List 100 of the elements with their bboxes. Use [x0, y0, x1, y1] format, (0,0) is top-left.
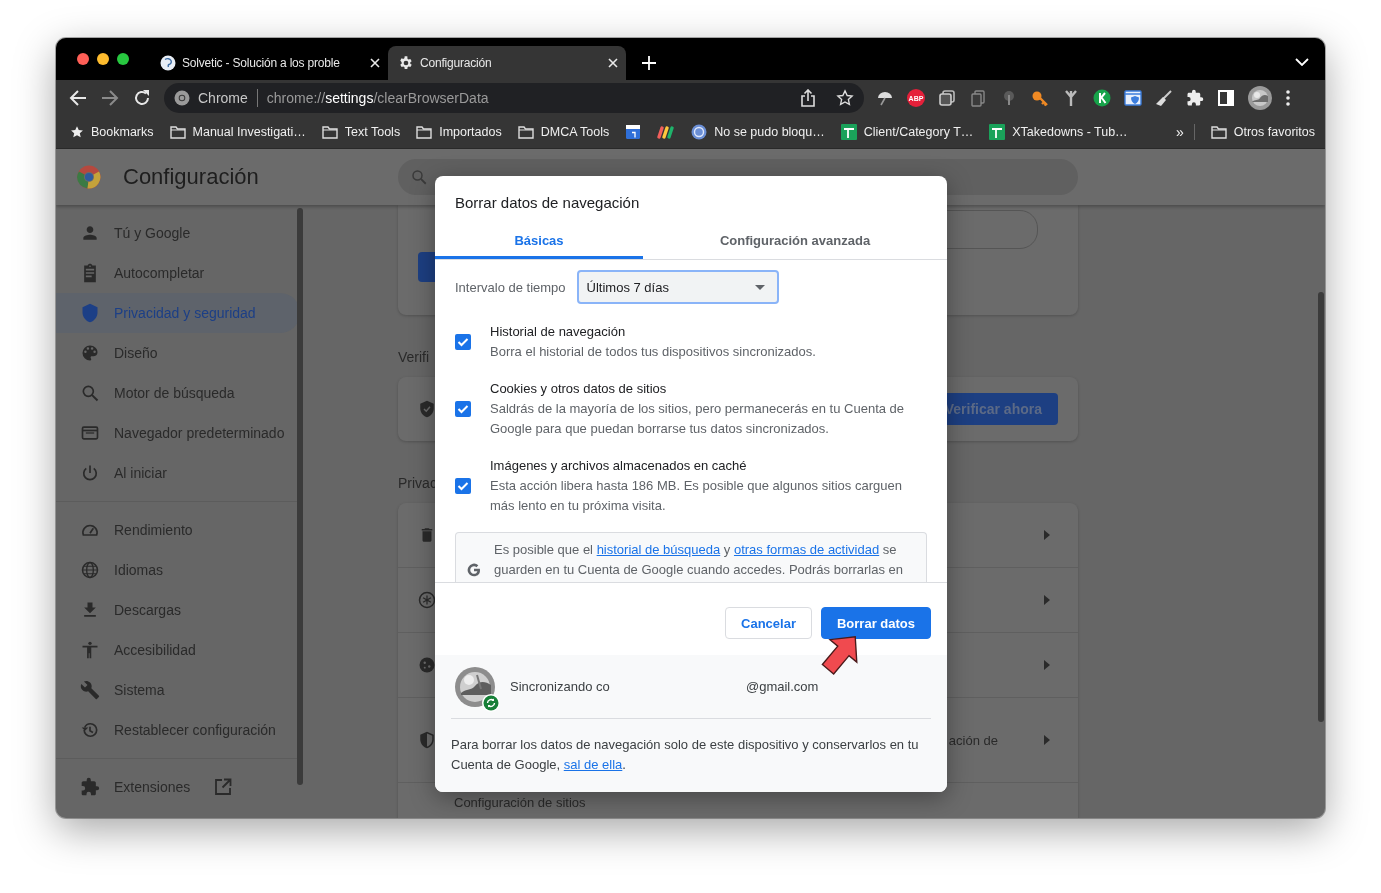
palette-icon	[80, 343, 100, 363]
bookmarks-overflow-button[interactable]: »	[1175, 124, 1184, 140]
cancel-button[interactable]: Cancelar	[725, 607, 812, 639]
row-label: ación de	[948, 732, 998, 748]
bookmark[interactable]: No se pudo bloqu…	[691, 124, 825, 140]
shield-icon	[418, 731, 436, 749]
section-heading: Verifi	[398, 349, 430, 367]
sidebar-item[interactable]: Descargas	[56, 590, 300, 630]
sidebar-item[interactable]: Navegador predeterminado	[56, 413, 300, 453]
sidebar-item[interactable]: Restablecer configuración	[56, 710, 300, 750]
stacked-squares-icon[interactable]	[938, 89, 956, 107]
option-description: Esta acción libera hasta 186 MB. Es posible que algunos sitios carguen más lento en tu próxima visita.	[490, 477, 903, 515]
site-favicon	[160, 55, 176, 71]
umbrella-icon[interactable]	[876, 89, 894, 107]
bookmark[interactable]: DMCA Tools	[517, 125, 610, 139]
spreadsheet-icon	[989, 124, 1006, 140]
close-window-button[interactable]	[77, 53, 89, 65]
wrench-icon	[80, 680, 100, 700]
bookmark[interactable]: Bookmarks	[70, 125, 154, 139]
sidebar-item[interactable]: Idiomas	[56, 550, 300, 590]
google-g-icon	[466, 562, 482, 578]
caret-right-icon[interactable]	[1044, 530, 1050, 540]
back-arrow-icon[interactable]	[69, 89, 87, 107]
sidebar-item[interactable]: Sistema	[56, 670, 300, 710]
row-label: Configuración de sitios	[454, 795, 586, 810]
shield-check-icon	[418, 400, 436, 418]
option-title: Historial de navegación	[490, 323, 627, 341]
bookmark[interactable]: XTakedowns - Tub…	[989, 124, 1128, 140]
folder-icon	[169, 125, 186, 139]
sidebar-item[interactable]: Motor de búsqueda	[56, 373, 300, 413]
dialog-tab[interactable]: Configuración avanzada	[643, 225, 947, 259]
globe-icon	[691, 124, 708, 140]
url-text: chrome://settings/clearBrowserData	[266, 90, 489, 106]
close-icon[interactable]	[370, 58, 380, 68]
clear-data-button[interactable]: Borrar datos	[820, 607, 931, 639]
sidebar-item[interactable]: Al iniciar	[56, 453, 300, 493]
bookmark[interactable]: Importados	[416, 125, 502, 139]
rainbow-icon[interactable]	[657, 125, 676, 139]
sidebar-item[interactable]: Rendimiento	[56, 510, 300, 550]
puzzle-icon[interactable]	[1186, 89, 1204, 107]
shield-window-icon[interactable]	[1124, 89, 1142, 107]
checkbox[interactable]	[455, 478, 471, 494]
notice-text: Es posible que el historial de búsqueda y otras formas de actividad se guarden en tu Cuenta de Google cuando accedes. Podrás borrarlas en	[494, 541, 905, 579]
sidebar-item[interactable]: Tú y Google	[56, 213, 300, 253]
sidebar-item[interactable]: Diseño	[56, 333, 300, 373]
cookie-icon	[418, 656, 436, 674]
bookmark[interactable]: Otros favoritos	[1210, 125, 1315, 139]
k-letter-icon[interactable]	[1093, 89, 1111, 107]
minimize-window-button[interactable]	[97, 53, 109, 65]
shield-icon	[80, 303, 100, 323]
fork-icon[interactable]	[1062, 89, 1080, 107]
chevron-down-icon[interactable]	[1295, 58, 1309, 66]
bookmark[interactable]: Text Tools	[321, 125, 401, 139]
key-icon[interactable]	[1031, 89, 1049, 107]
sidebar-item[interactable]: Accesibilidad	[56, 630, 300, 670]
broom-icon[interactable]	[1155, 89, 1173, 107]
star-icon[interactable]	[836, 89, 854, 107]
sidebar-item[interactable]: Extensiones	[56, 767, 300, 807]
browser-tab[interactable]: Solvetic - Solución a los proble	[150, 46, 388, 80]
sidebar-item[interactable]: Autocompletar	[56, 253, 300, 293]
caret-right-icon[interactable]	[1044, 595, 1050, 605]
section-heading: Privac	[398, 475, 437, 493]
star-icon	[70, 125, 84, 139]
chrome-icon	[174, 90, 190, 106]
option-title: Imágenes y archivos almacenados en caché	[490, 457, 748, 475]
dialog-tab[interactable]: Básicas	[435, 225, 643, 259]
browser-tab[interactable]: Configuración	[388, 46, 626, 80]
zoom-window-button[interactable]	[117, 53, 129, 65]
sync-status: Sincronizando co	[510, 679, 611, 694]
text-link[interactable]: historial de búsqueda	[596, 542, 721, 557]
puzzle-icon	[80, 777, 100, 797]
folder-icon	[517, 125, 534, 139]
option-description: Saldrás de la mayoría de los sitios, pero permanecerás en tu Cuenta de Google para que puedan borrarse tus datos sincronizados.	[490, 400, 906, 438]
checkbox[interactable]	[455, 401, 471, 417]
page-title: Configuración	[123, 164, 259, 190]
folder-icon	[416, 125, 433, 139]
calendar-icon[interactable]	[625, 124, 642, 140]
globe-icon	[80, 560, 100, 580]
external-link-icon[interactable]	[214, 778, 233, 796]
caret-down-icon	[754, 284, 765, 290]
caret-right-icon[interactable]	[1044, 660, 1050, 670]
share-icon[interactable]	[800, 89, 816, 107]
checkbox[interactable]	[455, 334, 471, 350]
history-icon	[80, 720, 100, 740]
more-menu-icon[interactable]	[1285, 90, 1291, 106]
side-panel-icon[interactable]	[1217, 89, 1235, 107]
address-bar[interactable]: Chrome chrome://settings/clearBrowserData	[164, 83, 864, 113]
new-tab-icon[interactable]	[642, 56, 656, 70]
search-icon	[80, 383, 100, 403]
search-icon	[410, 168, 428, 186]
copy-icon[interactable]	[969, 89, 987, 107]
spreadsheet-icon	[840, 124, 857, 140]
close-icon[interactable]	[608, 58, 618, 68]
bookmark[interactable]: Manual Investigati…	[169, 125, 306, 139]
caret-right-icon[interactable]	[1044, 735, 1050, 745]
bookmark[interactable]: Client/Category T…	[840, 124, 974, 140]
time-range-dropdown[interactable]: Últimos 7 días	[576, 270, 779, 304]
reload-icon[interactable]	[133, 89, 151, 107]
text-link[interactable]: otras formas de actividad	[733, 542, 880, 557]
folder-icon	[321, 125, 338, 139]
